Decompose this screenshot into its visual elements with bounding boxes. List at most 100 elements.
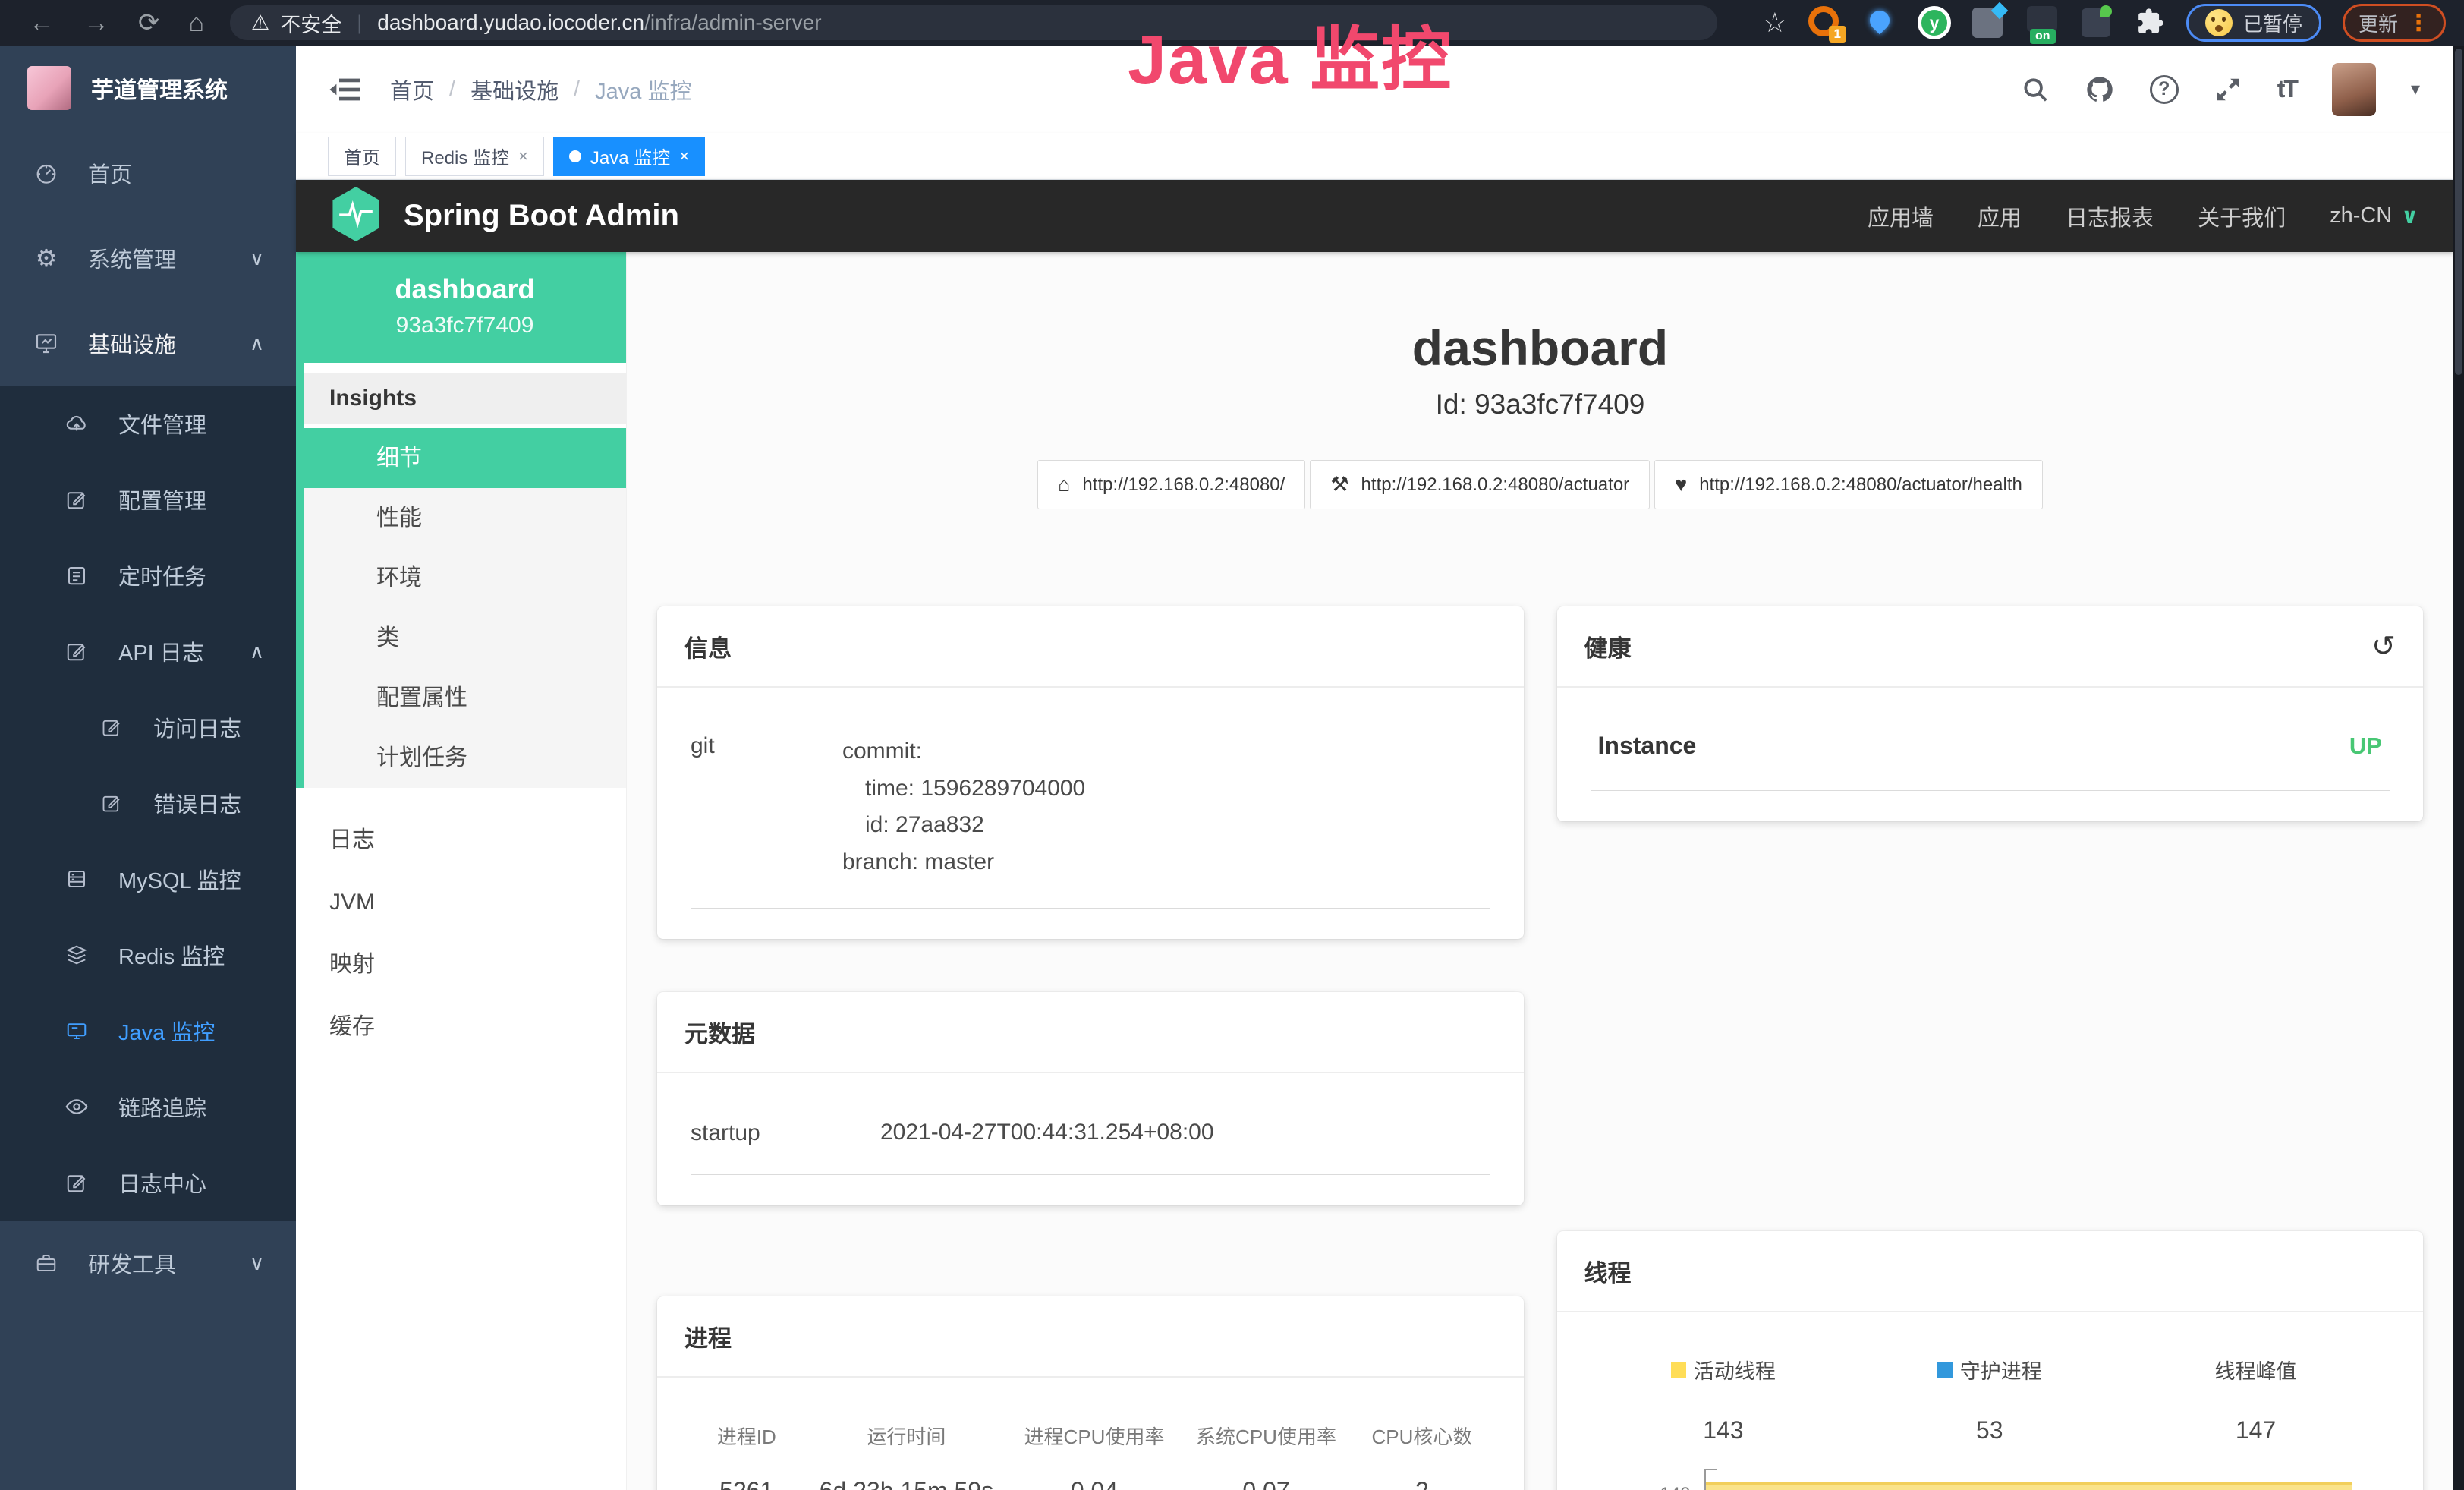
- thread-stat-live: 活动线程 143: [1591, 1355, 1857, 1444]
- metadata-key: startup: [691, 1120, 880, 1146]
- health-instance-row[interactable]: Instance UP: [1591, 713, 2390, 791]
- browser-reload-icon[interactable]: ⟳: [138, 8, 160, 38]
- sba-nav-wallboard[interactable]: 应用墙: [1868, 200, 1934, 232]
- history-icon[interactable]: ↺: [2371, 629, 2396, 663]
- sidebar-item-infra[interactable]: 基础设施 ∧: [0, 301, 296, 386]
- subnav-item-classes[interactable]: 类: [304, 608, 626, 668]
- sba-brand-title[interactable]: Spring Boot Admin: [404, 199, 679, 233]
- browser-update-button[interactable]: 更新 ⋮: [2343, 4, 2446, 42]
- address-bar[interactable]: ⚠ 不安全 | dashboard.yudao.iocoder.cn /infr…: [230, 5, 1717, 40]
- extensions-puzzle-icon[interactable]: [2136, 7, 2165, 39]
- user-avatar[interactable]: [2332, 63, 2376, 116]
- extension-leaf-icon[interactable]: [2082, 6, 2115, 39]
- actuator-url-button[interactable]: ⚒ http://192.168.0.2:48080/actuator: [1310, 460, 1650, 509]
- instance-id: 93a3fc7f7409: [304, 313, 626, 339]
- sidebar-item-api-log[interactable]: API 日志 ∧: [0, 613, 296, 689]
- tab-redis-monitor[interactable]: Redis 监控 ×: [405, 137, 544, 176]
- bookmark-star-icon[interactable]: ☆: [1763, 7, 1787, 39]
- close-icon[interactable]: ×: [518, 146, 528, 166]
- sidebar-item-java-monitor[interactable]: Java 监控: [0, 993, 296, 1069]
- browser-home-icon[interactable]: ⌂: [189, 8, 205, 38]
- edit-icon: [97, 792, 126, 814]
- sidebar-item-label: Redis 监控: [118, 939, 225, 971]
- extension-pin-icon[interactable]: [1863, 6, 1896, 39]
- screen: ← → ⟳ ⌂ ⚠ 不安全 | dashboard.yudao.iocoder.…: [0, 0, 2464, 1490]
- browser-extensions-area: ☆ 1 y on 已暂停 更新 ⋮: [1763, 4, 2446, 42]
- instance-name: dashboard: [304, 273, 626, 305]
- subnav-item-caches[interactable]: 缓存: [296, 996, 626, 1058]
- breadcrumb-infra[interactable]: 基础设施: [470, 74, 559, 106]
- sidebar-item-label: 首页: [88, 157, 132, 189]
- thread-stats-row: 活动线程 143 守护进程: [1591, 1355, 2390, 1444]
- close-icon[interactable]: ×: [679, 146, 689, 166]
- fullscreen-icon[interactable]: [2214, 75, 2242, 104]
- sidebar-logo-row[interactable]: 芋道管理系统: [0, 46, 296, 131]
- process-uptime-value: 6d 23h 15m 59s: [802, 1477, 1010, 1490]
- sidebar-item-tracing[interactable]: 链路追踪: [0, 1069, 296, 1145]
- url-domain: dashboard.yudao.iocoder.cn: [377, 11, 644, 35]
- sidebar-item-label: 定时任务: [118, 559, 206, 591]
- info-key: git: [691, 733, 842, 880]
- sidebar-item-home[interactable]: 首页: [0, 131, 296, 216]
- sba-nav: 应用墙 应用 日志报表 关于我们 zh-CN ∨: [1868, 200, 2418, 232]
- threads-area-chart: 140 120 100: [1704, 1479, 2363, 1490]
- edit-icon: [62, 640, 91, 663]
- subnav-item-logs[interactable]: 日志: [296, 809, 626, 871]
- sidebar-item-access-log[interactable]: 访问日志: [0, 689, 296, 765]
- sba-nav-applications[interactable]: 应用: [1978, 200, 2022, 232]
- subnav-item-scheduled-tasks[interactable]: 计划任务: [304, 728, 626, 788]
- breadcrumb-separator: /: [449, 77, 455, 102]
- subnav-item-config-props[interactable]: 配置属性: [304, 668, 626, 728]
- extension-switch-icon[interactable]: on: [2027, 6, 2060, 39]
- git-branch-line: branch: master: [842, 844, 1490, 881]
- user-menu-caret-icon[interactable]: ▾: [2411, 78, 2420, 100]
- extension-y-icon[interactable]: y: [1918, 6, 1951, 39]
- subnav-item-metrics[interactable]: 性能: [304, 488, 626, 548]
- sidebar-fold-icon[interactable]: [329, 76, 363, 103]
- service-url-button[interactable]: ⌂ http://192.168.0.2:48080/: [1037, 460, 1305, 509]
- sidebar-item-dev-tools[interactable]: 研发工具 ∨: [0, 1221, 296, 1306]
- sidebar-item-mysql-monitor[interactable]: MySQL 监控: [0, 841, 296, 917]
- health-card-body: Instance UP: [1557, 688, 2424, 821]
- topbar-actions: ? tT ▾: [2021, 63, 2420, 116]
- heartbeat-icon: ♥: [1675, 473, 1687, 496]
- breadcrumb-home[interactable]: 首页: [390, 74, 434, 106]
- subnav-item-details[interactable]: 细节: [304, 428, 626, 488]
- sidebar-item-redis-monitor[interactable]: Redis 监控: [0, 917, 296, 993]
- sidebar-item-system[interactable]: ⚙ 系统管理 ∨: [0, 216, 296, 301]
- github-icon[interactable]: [2085, 74, 2115, 105]
- browser-forward-icon[interactable]: →: [83, 8, 109, 38]
- subnav-item-mappings[interactable]: 映射: [296, 934, 626, 996]
- sba-nav-about[interactable]: 关于我们: [2198, 200, 2286, 232]
- browser-menu-dots-icon[interactable]: ⋮: [2407, 10, 2430, 36]
- sidebar-item-label: API 日志: [118, 635, 204, 667]
- subnav-root-list: 日志 JVM 映射 缓存: [296, 809, 626, 1058]
- sidebar-item-log-center[interactable]: 日志中心: [0, 1145, 296, 1221]
- extension-grid-icon[interactable]: [1972, 6, 2006, 39]
- subnav-section-insights: Insights: [304, 373, 626, 424]
- tab-home[interactable]: 首页: [328, 137, 396, 176]
- page-scrollbar[interactable]: [2453, 46, 2464, 1490]
- search-icon[interactable]: [2021, 75, 2050, 104]
- sidebar-item-error-log[interactable]: 错误日志: [0, 765, 296, 841]
- browser-back-icon[interactable]: ←: [29, 8, 55, 38]
- instance-header[interactable]: dashboard 93a3fc7f7409: [304, 252, 626, 363]
- profile-paused-chip[interactable]: 已暂停: [2186, 4, 2321, 42]
- health-url-button[interactable]: ♥ http://192.168.0.2:48080/actuator/heal…: [1654, 460, 2043, 509]
- font-size-icon[interactable]: tT: [2277, 75, 2297, 103]
- subnav-item-environment[interactable]: 环境: [304, 548, 626, 608]
- sba-nav-journal[interactable]: 日志报表: [2066, 200, 2154, 232]
- main-content: 首页 / 基础设施 / Java 监控 ? tT: [296, 46, 2453, 1490]
- sidebar-item-file-mgmt[interactable]: 文件管理: [0, 386, 296, 461]
- sba-language-select[interactable]: zh-CN ∨: [2330, 203, 2418, 228]
- help-icon[interactable]: ?: [2150, 75, 2179, 104]
- info-value: commit: time: 1596289704000 id: 27aa832 …: [842, 733, 1490, 880]
- sidebar-item-config-mgmt[interactable]: 配置管理: [0, 461, 296, 537]
- extension-badge: 1: [1829, 26, 1846, 43]
- cloud-upload-icon: [62, 411, 91, 436]
- sidebar-item-scheduled-jobs[interactable]: 定时任务: [0, 537, 296, 613]
- subnav-item-jvm[interactable]: JVM: [296, 871, 626, 934]
- tab-java-monitor[interactable]: Java 监控 ×: [553, 137, 705, 176]
- sba-main-panel: dashboard Id: 93a3fc7f7409 ⌂ http://192.…: [627, 252, 2453, 1490]
- extension-colorzilla-icon[interactable]: 1: [1808, 6, 1842, 39]
